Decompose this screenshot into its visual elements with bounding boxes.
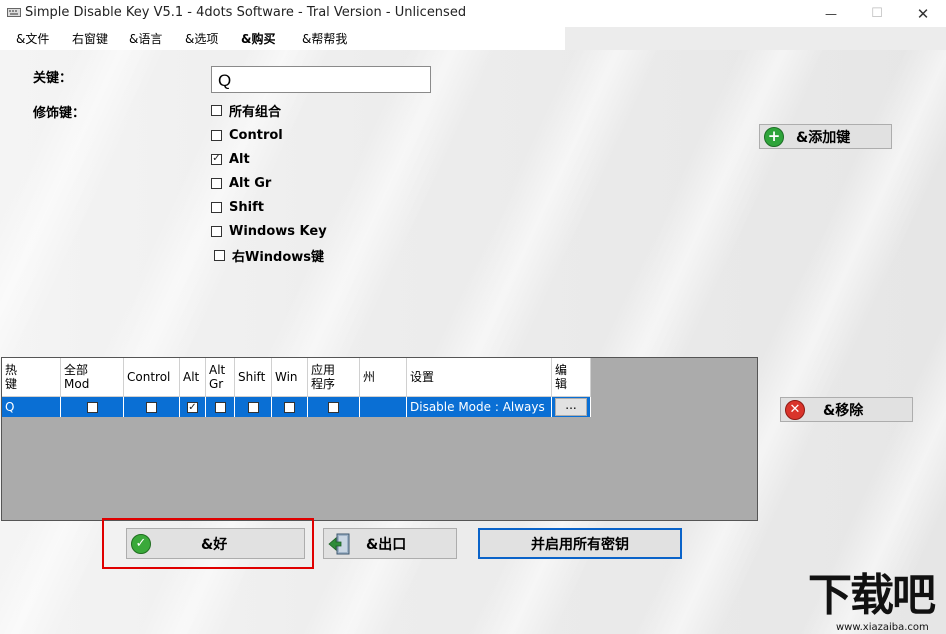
menu-help[interactable]: &帮帮我 bbox=[302, 30, 347, 47]
minimize-icon: — bbox=[825, 6, 837, 21]
enable-all-keys-label: 并启用所有密钥 bbox=[531, 536, 629, 553]
checkbox-box[interactable] bbox=[328, 402, 339, 413]
watermark-logo: 下载吧 www.xiazaiba.com bbox=[808, 572, 946, 634]
checkbox-box[interactable] bbox=[146, 402, 157, 413]
cell-alt[interactable]: ✓ bbox=[179, 396, 206, 417]
add-key-button[interactable]: + &添加键 bbox=[759, 124, 892, 149]
plus-icon: + bbox=[764, 126, 784, 147]
cell-all-mod[interactable] bbox=[60, 396, 124, 417]
minimize-button[interactable]: — bbox=[808, 0, 854, 27]
checkbox-box[interactable] bbox=[211, 104, 222, 116]
checkbox-alt[interactable]: ✓ Alt bbox=[211, 149, 250, 169]
menu-bar: &文件 右窗键 &语言 &选项 &购买 &帮帮我 bbox=[0, 27, 565, 50]
remove-x-icon: ✕ bbox=[785, 399, 805, 420]
checkbox-label: Alt Gr bbox=[229, 175, 272, 191]
col-edit[interactable]: 编 辑 bbox=[551, 358, 591, 397]
checkbox-label: Control bbox=[229, 127, 283, 143]
checkbox-box[interactable] bbox=[211, 201, 222, 213]
checkbox-box[interactable] bbox=[284, 402, 295, 413]
col-alt[interactable]: Alt bbox=[179, 358, 206, 397]
cell-edit[interactable]: ... bbox=[551, 396, 591, 417]
modifier-label: 修饰键： bbox=[33, 106, 86, 121]
checkbox-label: 右Windows键 bbox=[232, 249, 325, 265]
cell-settings[interactable]: Disable Mode : Always bbox=[406, 396, 552, 417]
cell-win[interactable] bbox=[271, 396, 308, 417]
exit-label: &出口 bbox=[366, 536, 407, 553]
cell-alt-gr[interactable] bbox=[205, 396, 235, 417]
checkbox-box[interactable] bbox=[214, 249, 225, 261]
checkbox-alt-gr[interactable]: Alt Gr bbox=[211, 173, 271, 193]
edit-ellipsis-button[interactable]: ... bbox=[555, 398, 587, 416]
checkbox-all-combinations[interactable]: 所有组合 bbox=[211, 100, 281, 120]
checkbox-label: 所有组合 bbox=[229, 104, 282, 120]
col-hotkey[interactable]: 热 键 bbox=[2, 358, 61, 397]
checkmark-icon: ✓ bbox=[131, 533, 151, 554]
cell-control[interactable] bbox=[123, 396, 180, 417]
menu-file[interactable]: &文件 bbox=[16, 30, 49, 47]
col-state[interactable]: 州 bbox=[359, 358, 407, 397]
grid-header-row: 热 键 全部 Mod Control Alt Alt Gr Shift Win … bbox=[2, 358, 591, 397]
menu-options[interactable]: &选项 bbox=[185, 30, 218, 47]
close-button[interactable]: ✕ bbox=[900, 0, 946, 27]
col-all-mod[interactable]: 全部 Mod bbox=[60, 358, 124, 397]
maximize-button[interactable]: ☐ bbox=[854, 0, 900, 27]
menu-right-window-key[interactable]: 右窗键 bbox=[72, 30, 108, 47]
col-shift[interactable]: Shift bbox=[234, 358, 272, 397]
ok-button[interactable]: ✓ &好 bbox=[126, 528, 305, 559]
cell-hotkey[interactable]: Q bbox=[2, 396, 61, 417]
remove-label: &移除 bbox=[823, 402, 864, 419]
checkbox-label: Shift bbox=[229, 199, 264, 215]
cell-shift[interactable] bbox=[234, 396, 272, 417]
key-label: 关键： bbox=[33, 71, 73, 86]
window-title: Simple Disable Key V5.1 - 4dots Software… bbox=[25, 5, 467, 20]
menu-language[interactable]: &语言 bbox=[129, 30, 162, 47]
checkbox-right-windows-key[interactable]: 右Windows键 bbox=[214, 245, 324, 265]
maximize-icon: ☐ bbox=[871, 6, 883, 21]
checkbox-box[interactable] bbox=[211, 177, 222, 189]
checkbox-box[interactable] bbox=[214, 402, 226, 413]
add-key-label: &添加键 bbox=[796, 129, 851, 146]
checkbox-label: Alt bbox=[229, 151, 250, 167]
title-bar: Simple Disable Key V5.1 - 4dots Software… bbox=[0, 0, 946, 27]
cell-state[interactable] bbox=[359, 396, 407, 417]
checkbox-shift[interactable]: Shift bbox=[211, 197, 264, 217]
checkbox-box[interactable] bbox=[211, 129, 222, 141]
checkbox-box[interactable] bbox=[86, 402, 98, 413]
checkbox-control[interactable]: Control bbox=[211, 125, 283, 145]
col-application[interactable]: 应用 程序 bbox=[307, 358, 360, 397]
col-settings[interactable]: 设置 bbox=[406, 358, 552, 397]
exit-door-icon bbox=[328, 533, 350, 554]
menu-buy[interactable]: &购买 bbox=[241, 30, 275, 47]
col-control[interactable]: Control bbox=[123, 358, 180, 397]
checkbox-box[interactable] bbox=[211, 225, 222, 237]
cell-application[interactable] bbox=[307, 396, 360, 417]
checkbox-box[interactable] bbox=[247, 402, 259, 413]
col-win[interactable]: Win bbox=[271, 358, 308, 397]
col-alt-gr[interactable]: Alt Gr bbox=[205, 358, 235, 397]
hotkey-grid[interactable]: 热 键 全部 Mod Control Alt Alt Gr Shift Win … bbox=[1, 357, 758, 521]
close-icon: ✕ bbox=[916, 4, 930, 23]
app-keyboard-icon bbox=[7, 8, 21, 17]
checkbox-box[interactable]: ✓ bbox=[187, 402, 198, 413]
checkbox-windows-key[interactable]: Windows Key bbox=[211, 221, 327, 241]
key-input[interactable]: Q bbox=[211, 66, 431, 93]
watermark-text: 下载吧 bbox=[808, 570, 936, 621]
checkbox-label: Windows Key bbox=[229, 223, 327, 239]
enable-all-keys-button[interactable]: 并启用所有密钥 bbox=[478, 528, 682, 559]
exit-button[interactable]: &出口 bbox=[323, 528, 457, 559]
remove-button[interactable]: ✕ &移除 bbox=[780, 397, 913, 422]
watermark-url: www.xiazaiba.com bbox=[836, 622, 929, 633]
table-row[interactable]: Q ✓ Disable Mode : Always ... bbox=[2, 396, 591, 417]
ok-label: &好 bbox=[201, 536, 228, 553]
checkbox-box[interactable]: ✓ bbox=[211, 153, 222, 165]
